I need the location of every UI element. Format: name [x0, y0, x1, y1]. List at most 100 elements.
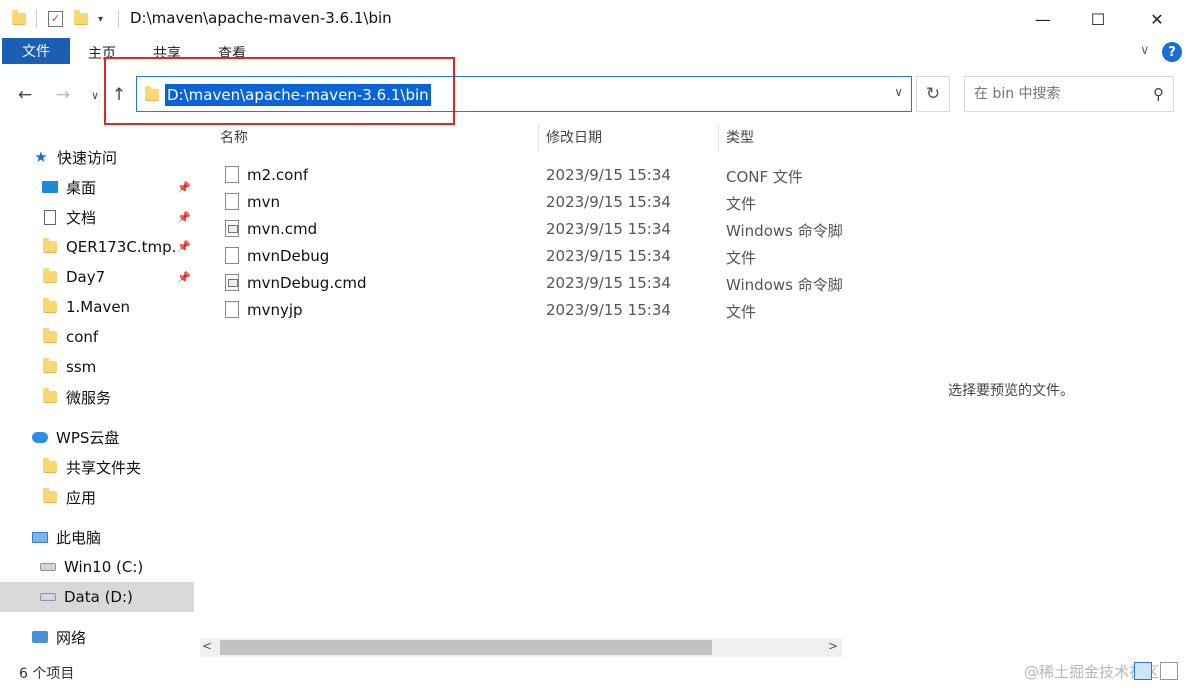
horizontal-scrollbar[interactable]: < > — [200, 638, 842, 657]
file-row[interactable]: mvnDebug.cmd 2023/9/15 15:34 Windows 命令脚… — [200, 270, 842, 297]
column-header-name[interactable]: 名称 — [220, 127, 248, 147]
folder-icon — [42, 388, 58, 405]
file-icon — [225, 193, 239, 210]
chevron-right-icon[interactable]: > — [828, 639, 838, 653]
large-icons-view-button[interactable] — [1160, 662, 1178, 680]
refresh-button[interactable]: ↻ — [916, 76, 950, 112]
sidebar-item-day7[interactable]: Day7 📌 — [0, 262, 194, 292]
close-button[interactable]: ✕ — [1134, 4, 1180, 34]
script-file-icon — [225, 220, 239, 237]
navigation-pane: ★ 快速访问 桌面 📌 文档 📌 QER173C.tmp.d 📌 Day7 📌 1… — [0, 140, 200, 650]
sidebar-item-documents[interactable]: 文档 📌 — [0, 202, 194, 232]
file-date: 2023/9/15 15:34 — [546, 301, 671, 319]
chevron-down-icon[interactable]: ∨ — [1140, 43, 1150, 58]
divider — [118, 10, 119, 28]
sidebar-item-this-pc[interactable]: 此电脑 — [0, 522, 194, 552]
column-header-type[interactable]: 类型 — [726, 127, 754, 147]
folder-icon — [42, 238, 58, 255]
window-title: D:\maven\apache-maven-3.6.1\bin — [130, 9, 392, 27]
scrollbar-thumb[interactable] — [220, 640, 712, 655]
file-name: mvnDebug.cmd — [247, 274, 367, 292]
pin-icon: 📌 — [177, 240, 191, 253]
details-view-button[interactable] — [1134, 662, 1152, 680]
file-name: m2.conf — [247, 166, 309, 184]
script-file-icon — [225, 274, 239, 291]
sidebar-item-ssm[interactable]: ssm — [0, 352, 194, 382]
folder-icon — [42, 298, 58, 315]
new-folder-icon[interactable] — [74, 9, 88, 29]
column-divider[interactable] — [718, 124, 719, 152]
sidebar-item-network[interactable]: 网络 — [0, 622, 194, 652]
sidebar-item-apps[interactable]: 应用 — [0, 482, 194, 512]
file-date: 2023/9/15 15:34 — [546, 274, 671, 292]
sidebar-item-drive-c[interactable]: Win10 (C:) — [0, 552, 194, 582]
computer-icon — [32, 529, 48, 545]
recent-locations-button[interactable]: ∨ — [84, 84, 106, 106]
pin-icon: 📌 — [177, 180, 191, 194]
file-name: mvn — [247, 193, 280, 211]
cloud-icon — [32, 429, 48, 445]
pin-icon: 📌 — [177, 270, 191, 284]
folder-icon — [42, 328, 58, 345]
file-icon — [225, 301, 239, 318]
file-type: Windows 命令脚本 — [726, 222, 842, 240]
chevron-down-icon[interactable]: ∨ — [894, 85, 903, 99]
file-date: 2023/9/15 15:34 — [546, 247, 671, 265]
sidebar-item-drive-d[interactable]: Data (D:) — [0, 582, 194, 612]
file-date: 2023/9/15 15:34 — [546, 166, 671, 184]
search-box[interactable]: ⚲ — [964, 76, 1174, 112]
file-row[interactable]: mvn 2023/9/15 15:34 文件 — [200, 189, 842, 216]
file-name: mvnyjp — [247, 301, 303, 319]
back-button[interactable]: ← — [14, 84, 36, 106]
minimize-button[interactable]: — — [1020, 4, 1066, 34]
tab-file[interactable]: 文件 — [2, 38, 70, 64]
file-date: 2023/9/15 15:34 — [546, 220, 671, 238]
sidebar-item-desktop[interactable]: 桌面 📌 — [0, 172, 194, 202]
shared-folder-icon — [42, 458, 58, 475]
chevron-left-icon[interactable]: < — [202, 639, 212, 653]
sidebar-item-microservices[interactable]: 微服务 — [0, 382, 194, 412]
search-icon[interactable]: ⚲ — [1153, 85, 1164, 103]
maximize-button[interactable]: ☐ — [1075, 4, 1121, 34]
properties-icon[interactable]: ✓ — [48, 9, 63, 29]
folder-icon — [42, 358, 58, 375]
sidebar-item-wps-cloud[interactable]: WPS云盘 — [0, 422, 194, 452]
column-header-date[interactable]: 修改日期 — [546, 127, 602, 147]
highlight-box — [104, 57, 455, 125]
file-type: 文件 — [726, 195, 757, 213]
file-type: CONF 文件 — [726, 168, 803, 186]
file-type: 文件 — [726, 249, 757, 267]
file-type: Windows 命令脚本 — [726, 276, 842, 294]
file-type: 文件 — [726, 303, 757, 321]
file-date: 2023/9/15 15:34 — [546, 193, 671, 211]
customize-toolbar-icon[interactable]: ▾ — [98, 9, 103, 29]
network-icon — [32, 629, 48, 645]
file-name: mvnDebug — [247, 247, 330, 265]
forward-button[interactable]: → — [52, 84, 74, 106]
folder-icon — [42, 488, 58, 505]
file-name: mvn.cmd — [247, 220, 318, 238]
preview-message: 选择要预览的文件。 — [948, 383, 1074, 399]
folder-icon — [42, 268, 58, 285]
help-icon[interactable]: ? — [1162, 42, 1182, 62]
column-divider[interactable] — [538, 124, 539, 152]
folder-icon — [12, 9, 26, 29]
sidebar-item-qer173c[interactable]: QER173C.tmp.d — [0, 232, 176, 262]
sidebar-item-shared-folder[interactable]: 共享文件夹 — [0, 452, 194, 482]
drive-icon — [40, 589, 56, 605]
file-row[interactable]: mvnyjp 2023/9/15 15:34 文件 — [200, 297, 842, 324]
file-row[interactable]: mvn.cmd 2023/9/15 15:34 Windows 命令脚本 — [200, 216, 842, 243]
file-icon — [225, 166, 239, 183]
sidebar-item-1-maven[interactable]: 1.Maven — [0, 292, 194, 322]
file-row[interactable]: m2.conf 2023/9/15 15:34 CONF 文件 — [200, 162, 842, 189]
desktop-icon — [42, 179, 58, 195]
sidebar-item-quick-access[interactable]: ★ 快速访问 — [0, 142, 194, 172]
file-row[interactable]: mvnDebug 2023/9/15 15:34 文件 — [200, 243, 842, 270]
pin-icon: 📌 — [177, 210, 191, 224]
sidebar-item-conf[interactable]: conf — [0, 322, 194, 352]
search-input[interactable] — [974, 86, 1134, 102]
status-item-count: 6 个项目 — [19, 666, 75, 682]
file-icon — [225, 247, 239, 264]
title-bar: ✓ ▾ D:\maven\apache-maven-3.6.1\bin — ☐ … — [0, 0, 1188, 38]
star-icon: ★ — [34, 148, 48, 166]
